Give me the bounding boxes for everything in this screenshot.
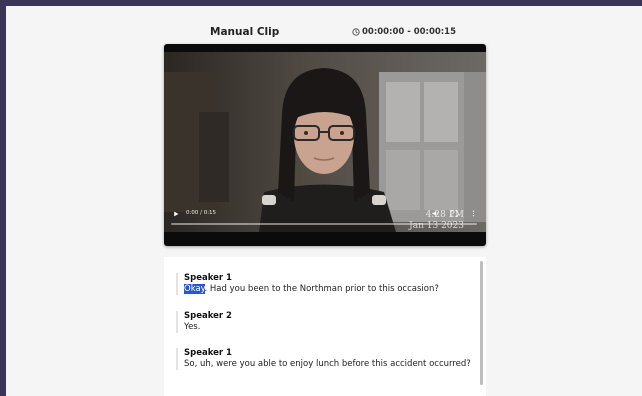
speaker-label: Speaker 2	[184, 311, 232, 321]
clip-header: Manual Clip 00:00:00 - 00:00:15	[164, 26, 486, 42]
time-readout: 0:00 / 0:15	[186, 210, 217, 216]
clip-panel: Manual Clip 00:00:00 - 00:00:15 4:28 PM …	[6, 6, 642, 396]
time-range-text: 00:00:00 - 00:00:15	[362, 27, 457, 37]
fullscreen-icon[interactable]	[451, 210, 458, 217]
clock-icon	[352, 28, 360, 36]
video-frame[interactable]: 4:28 PM Jan 13 2023	[164, 52, 486, 232]
more-options-icon[interactable]	[470, 210, 477, 217]
highlighted-word[interactable]: Okay	[184, 284, 205, 294]
speaker-label: Speaker 1	[184, 348, 232, 358]
utterance-text: So, uh, were you able to enjoy lunch bef…	[184, 359, 471, 369]
transcript-entry[interactable]: Speaker 2 Yes.	[176, 311, 480, 333]
player-controls: 0:00 / 0:15	[164, 208, 486, 228]
transcript-entry[interactable]: Speaker 1 So, uh, were you able to enjoy…	[176, 348, 480, 370]
play-icon[interactable]	[173, 211, 179, 217]
video-player[interactable]: 4:28 PM Jan 13 2023 0:00 / 0:15	[164, 44, 486, 246]
utterance-rest: . Had you been to the Northman prior to …	[204, 284, 439, 294]
utterance-text: Yes.	[184, 322, 201, 332]
progress-bar[interactable]	[171, 223, 477, 225]
video-image	[164, 52, 486, 232]
clip-time-range: 00:00:00 - 00:00:15	[352, 27, 456, 37]
transcript-panel[interactable]: Speaker 1 Okay. Had you been to the Nort…	[164, 257, 486, 396]
volume-icon[interactable]	[432, 210, 439, 217]
utterance-text: Okay. Had you been to the Northman prior…	[184, 284, 480, 295]
speaker-label: Speaker 1	[184, 273, 232, 283]
clip-title: Manual Clip	[210, 26, 280, 38]
transcript-scrollbar[interactable]	[480, 261, 483, 385]
transcript-entry[interactable]: Speaker 1 Okay. Had you been to the Nort…	[176, 273, 480, 295]
